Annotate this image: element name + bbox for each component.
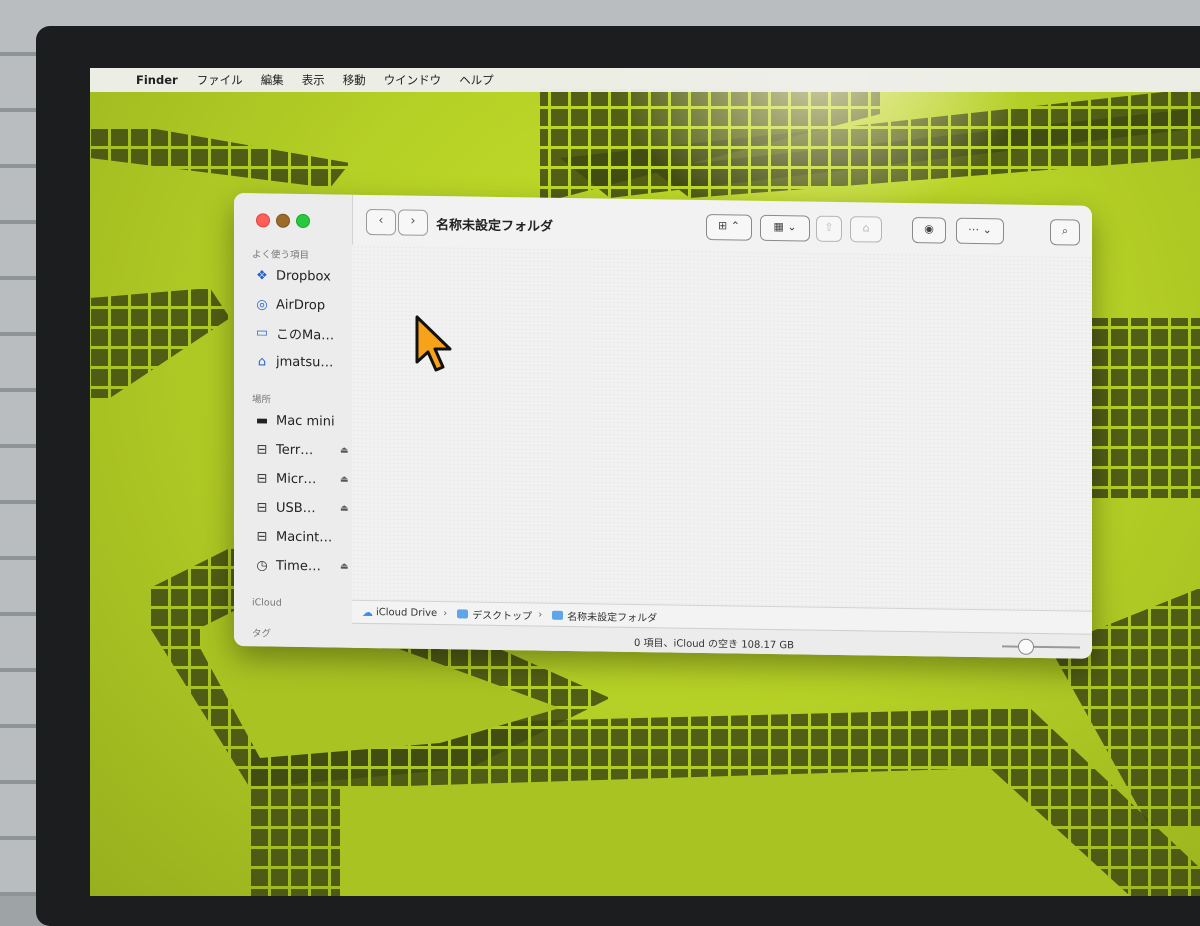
window-title: 名称未設定フォルダ [436,217,554,235]
sidebar-item-home[interactable]: ⌂ jmatsuda [252,350,348,373]
sidebar-item-airdrop[interactable]: ◎ AirDrop [252,293,348,316]
time-machine-icon: ◷ [256,557,268,573]
menu-help[interactable]: ヘルプ [450,72,503,88]
menu-file[interactable]: ファイル [188,72,252,88]
cloud-icon: ☁ [362,605,373,619]
menu-edit[interactable]: 編集 [252,72,293,88]
folder-icon [552,610,564,620]
main-content: ‹ › 名称未設定フォルダ ⊞ ⌃ ▦ ⌄ ⇧ ⌂ ◉ ⋯ ⌄ ⌕ ☁ iClo… [352,195,1092,659]
tag-button[interactable]: ⌂ [850,216,882,243]
eject-icon[interactable]: ⏏ [340,562,349,572]
chevron-left-icon: ‹ [378,213,384,229]
group-grid-icon: ▦ ⌄ [773,220,797,234]
icon-size-slider-knob[interactable] [1017,638,1034,655]
sidebar-item-drive-usb[interactable]: ⊟ USB… ⏏ [252,496,349,519]
sidebar-item-time-machine[interactable]: ◷ Time… ⏏ [252,554,348,577]
sidebar-item-label: Macint… [276,529,333,545]
share-icon: ⇧ [824,220,834,234]
window-controls [256,213,310,229]
sidebar-section-favorites: よく使う項目 [252,249,310,262]
drive-icon: ⊟ [256,528,268,544]
close-button[interactable] [256,213,270,228]
drive-icon: ⊟ [256,499,268,515]
group-button[interactable]: ▦ ⌄ [760,214,810,242]
folder-icon [457,608,469,618]
menu-go[interactable]: 移動 [334,72,375,88]
menu-view[interactable]: 表示 [293,72,334,88]
sidebar-item-drive-micr[interactable]: ⊟ Micr… ⏏ [252,467,349,490]
minimize-button[interactable] [276,213,290,228]
airdrop-icon: ◎ [256,296,268,312]
sidebar-item-dropbox[interactable]: ❖ Dropbox [252,264,348,287]
folder-icon: ▭ [255,324,269,341]
more-icon: ⋯ ⌄ [968,222,992,237]
sidebar-section-tags[interactable]: タグ [252,625,271,639]
chevron-right-icon: › [443,607,448,619]
share-button[interactable]: ⇧ [816,215,842,243]
status-text: 0 項目、iCloud の空き 108.17 GB [634,637,795,652]
sidebar-section-locations: 場所 [252,394,272,406]
file-list-area[interactable] [352,244,1092,611]
icon-grid-icon: ⊞ ⌃ [718,219,740,233]
drive-icon: ⊟ [256,441,268,457]
eject-icon[interactable]: ⏏ [340,446,349,456]
path-crumb-desktop[interactable]: デスクトップ › [457,606,542,622]
path-crumb-label: iCloud Drive [376,606,438,619]
sidebar-item-label: Terr… [276,442,314,458]
sidebar-item-label: Dropbox [276,268,331,284]
menu-app-finder[interactable]: Finder [130,73,188,87]
eject-icon[interactable]: ⏏ [340,504,349,514]
sidebar-item-label: Time… [276,558,321,574]
chevron-right-icon: › [410,213,416,229]
finder-window: よく使う項目 ❖ Dropbox ◎ AirDrop ▭ このMa… ⌂ jma… [234,193,1092,659]
sidebar-item-label: USB… [276,500,316,516]
view-mode-button[interactable]: ⊞ ⌃ [706,214,752,241]
drive-icon: ⊟ [256,470,268,486]
sidebar-item-label: このMa… [276,327,335,343]
tag-icon: ⌂ [862,221,870,235]
path-crumb-label: 名称未設定フォルダ [567,611,658,624]
path-crumb-label: デスクトップ [472,610,533,622]
home-icon: ⌂ [257,353,267,369]
chevron-right-icon: › [538,609,543,621]
menu-window[interactable]: ウインドウ [375,72,451,88]
sidebar-item-drive-macintosh[interactable]: ⊟ Macint… [252,525,348,548]
sidebar-item-drive-terr[interactable]: ⊟ Terr… ⏏ [252,438,349,461]
action-menu-button[interactable]: ⋯ ⌄ [956,217,1004,245]
eject-icon[interactable]: ⏏ [340,475,349,485]
zoom-button[interactable] [296,213,310,229]
forward-button[interactable]: › [398,209,428,236]
search-icon: ⌕ [1061,224,1069,238]
mouse-cursor-icon [415,315,452,372]
mac-mini-icon: ▬ [255,412,269,429]
sidebar: よく使う項目 ❖ Dropbox ◎ AirDrop ▭ このMa… ⌂ jma… [234,193,353,648]
sidebar-section-icloud[interactable]: iCloud [252,597,282,608]
back-button[interactable]: ‹ [366,208,396,236]
eye-icon: ◉ [924,222,934,236]
sidebar-item-this-mac[interactable]: ▭ このMa… [252,321,348,344]
sidebar-item-label: AirDrop [276,297,326,313]
search-button[interactable]: ⌕ [1050,219,1080,246]
quick-look-button[interactable]: ◉ [912,217,946,244]
dropbox-icon: ❖ [256,267,268,284]
sidebar-item-mac-mini[interactable]: ▬ Mac mini [252,409,348,432]
path-crumb-folder[interactable]: 名称未設定フォルダ [552,607,657,624]
path-crumb-icloud[interactable]: ☁ iCloud Drive › [362,605,447,619]
icon-size-slider[interactable] [1002,645,1080,649]
sidebar-item-label: Mac mini [276,413,335,429]
menu-bar: Finder ファイル 編集 表示 移動 ウインドウ ヘルプ [90,68,1200,92]
sidebar-item-label: jmatsuda [276,354,336,371]
sidebar-item-label: Micr… [276,471,317,487]
